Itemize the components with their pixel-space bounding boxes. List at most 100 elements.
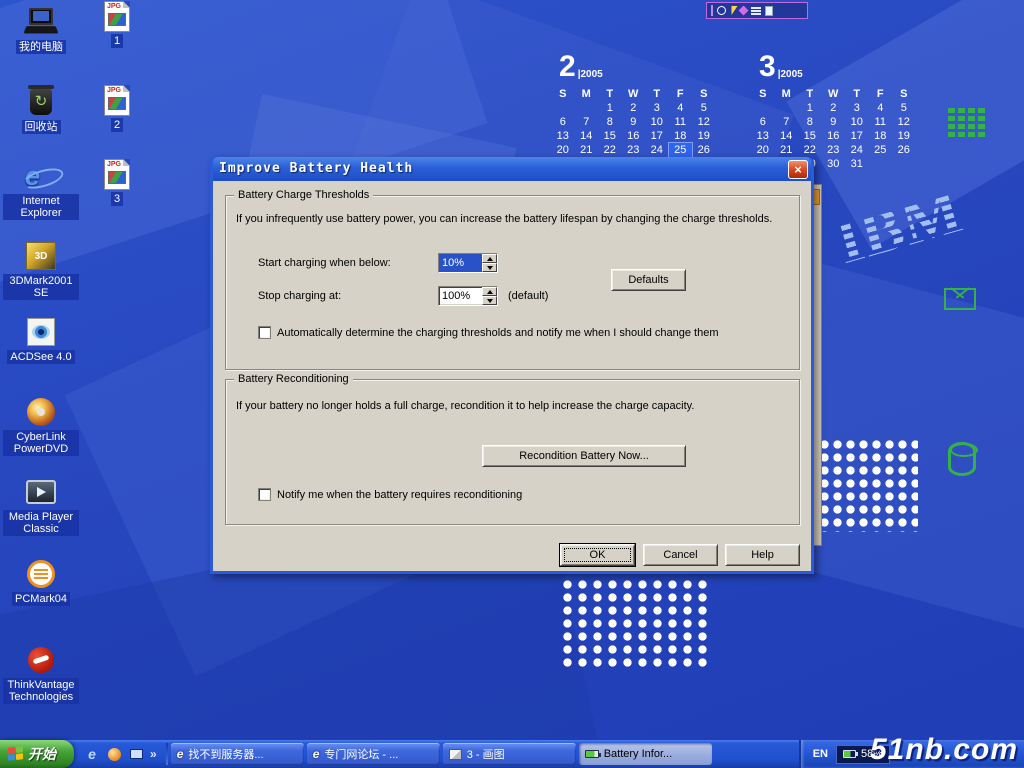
calendar-day: 9 <box>822 115 846 129</box>
3dmark-icon: 3D <box>24 240 58 272</box>
calendar-day: 25 <box>869 143 893 157</box>
internet-explorer-icon: e <box>177 748 184 760</box>
desktop-icon-acdsee[interactable]: ACDSee 4.0 <box>2 316 80 364</box>
desktop-icon-my-computer[interactable]: 我的电脑 <box>2 6 80 54</box>
desktop-icon-label: 回收站 <box>22 120 61 134</box>
stop-charging-value[interactable]: 100% <box>439 287 482 305</box>
desktop-file-1[interactable]: JPG 1 <box>92 0 142 48</box>
notify-reconditioning-checkbox-row: Notify me when the battery requires reco… <box>258 488 522 501</box>
internet-explorer-icon: e <box>313 748 320 760</box>
calendar-day-header: T <box>645 87 669 101</box>
page-icon[interactable] <box>765 6 773 16</box>
notify-reconditioning-label[interactable]: Notify me when the battery requires reco… <box>277 489 522 501</box>
down-arrow-icon <box>487 266 493 270</box>
task-button-label: 找不到服务器... <box>188 746 263 762</box>
up-arrow-icon <box>487 290 493 294</box>
defaults-button[interactable]: Defaults <box>611 269 686 291</box>
thinkvantage-icon <box>24 644 58 676</box>
calendar-day: 15 <box>598 129 622 143</box>
reconditioning-description: If your battery no longer holds a full c… <box>236 400 791 412</box>
thresholds-description: If you infrequently use battery power, y… <box>236 213 791 225</box>
desktop-icon-thinkvantage[interactable]: ThinkVantage Technologies <box>2 644 80 704</box>
calendar-day: 12 <box>892 115 916 129</box>
task-button-forum[interactable]: e 专门网论坛 - ... <box>307 743 440 765</box>
recondition-battery-button[interactable]: Recondition Battery Now... <box>482 445 686 467</box>
spinner-down-button[interactable] <box>482 296 497 305</box>
desktop-file-3[interactable]: JPG 3 <box>92 158 142 206</box>
taskbar-divider <box>166 743 168 765</box>
desktop-file-2[interactable]: JPG 2 <box>92 84 142 132</box>
jpg-file-icon: JPG <box>100 0 134 32</box>
dot-grid-decoration <box>560 578 712 668</box>
group-title: Battery Charge Thresholds <box>234 189 373 201</box>
calendar-day: 21 <box>575 143 599 157</box>
diamond-icon[interactable] <box>739 6 749 16</box>
dialog-title-bar[interactable]: Improve Battery Health × <box>213 157 811 181</box>
dialog-title: Improve Battery Health <box>219 157 788 181</box>
auto-thresholds-checkbox[interactable] <box>258 326 271 339</box>
calendar-day: 16 <box>822 129 846 143</box>
start-charging-value[interactable]: 10% <box>439 254 482 272</box>
internet-explorer-icon[interactable]: e <box>84 746 100 762</box>
calendar-day: 24 <box>645 143 669 157</box>
desktop-icon-media-player-classic[interactable]: Media Player Classic <box>2 476 80 536</box>
desktop-icon-internet-explorer[interactable]: e Internet Explorer <box>2 160 80 220</box>
help-button[interactable]: Help <box>725 544 800 566</box>
stop-charging-spinner[interactable]: 100% <box>438 286 498 306</box>
spinner-up-button[interactable] <box>482 287 497 296</box>
desktop-icon-pcmark[interactable]: PCMark04 <box>2 558 80 606</box>
calendar-day: 6 <box>751 115 775 129</box>
keypad-icon <box>948 108 986 140</box>
desktop-icon-label: 3 <box>111 192 123 206</box>
jpg-file-icon: JPG <box>100 84 134 116</box>
calendar-day: 14 <box>575 129 599 143</box>
calendar-day: 26 <box>892 143 916 157</box>
power-manager-toolbar[interactable] <box>706 2 808 19</box>
calendar-day: 24 <box>845 143 869 157</box>
task-button-paint[interactable]: 3 - 画图 <box>443 743 576 765</box>
toolbar-handle-icon[interactable] <box>711 5 713 16</box>
bolt-icon[interactable] <box>729 6 738 15</box>
desktop-icon-recycle-bin[interactable]: ↻ 回收站 <box>2 86 80 134</box>
spinner-up-button[interactable] <box>482 254 497 263</box>
spinner-down-button[interactable] <box>482 263 497 272</box>
acdsee-icon <box>24 316 58 348</box>
calendar-day: 31 <box>845 157 869 171</box>
task-button-label: Battery Infor... <box>604 748 672 760</box>
plug-icon[interactable] <box>717 6 726 15</box>
notify-reconditioning-checkbox[interactable] <box>258 488 271 501</box>
desktop-icon-powerdvd[interactable]: CyberLink PowerDVD <box>2 396 80 456</box>
desktop-icon-label: 2 <box>111 118 123 132</box>
calendar-day: 18 <box>669 129 693 143</box>
task-button-battery-information[interactable]: Battery Infor... <box>579 743 712 765</box>
up-arrow-icon <box>487 257 493 261</box>
media-player-icon[interactable] <box>106 746 122 762</box>
chevron-right-icon[interactable]: » <box>150 746 157 762</box>
stop-charging-row: Stop charging at: 100% (default) <box>258 286 548 306</box>
keypad-icon[interactable] <box>751 7 761 15</box>
calendar-day-header: S <box>892 87 916 101</box>
calendar-day-header: M <box>775 87 799 101</box>
calendar-day: 23 <box>622 143 646 157</box>
show-desktop-icon[interactable] <box>128 746 144 762</box>
calendar-day: 5 <box>692 101 716 115</box>
calendar-day: 8 <box>798 115 822 129</box>
calendar-day: 3 <box>845 101 869 115</box>
task-button-server-not-found[interactable]: e 找不到服务器... <box>171 743 304 765</box>
start-button[interactable]: 开始 <box>0 740 74 768</box>
desktop-icon-label: ThinkVantage Technologies <box>3 678 79 704</box>
auto-thresholds-label[interactable]: Automatically determine the charging thr… <box>277 327 718 339</box>
close-button[interactable]: × <box>788 160 808 179</box>
calendar-day: 21 <box>775 143 799 157</box>
cancel-button[interactable]: Cancel <box>643 544 718 566</box>
calendar-year: |2005 <box>778 67 803 82</box>
battery-icon <box>843 750 856 758</box>
calendar-day: 14 <box>775 129 799 143</box>
jpg-file-icon: JPG <box>100 158 134 190</box>
calendar-day: 3 <box>645 101 669 115</box>
ok-button[interactable]: OK <box>560 544 635 566</box>
desktop-icon-3dmark[interactable]: 3D 3DMark2001 SE <box>2 240 80 300</box>
task-button-label: 专门网论坛 - ... <box>324 746 398 762</box>
start-charging-spinner[interactable]: 10% <box>438 253 498 273</box>
language-indicator[interactable]: EN <box>813 740 828 768</box>
